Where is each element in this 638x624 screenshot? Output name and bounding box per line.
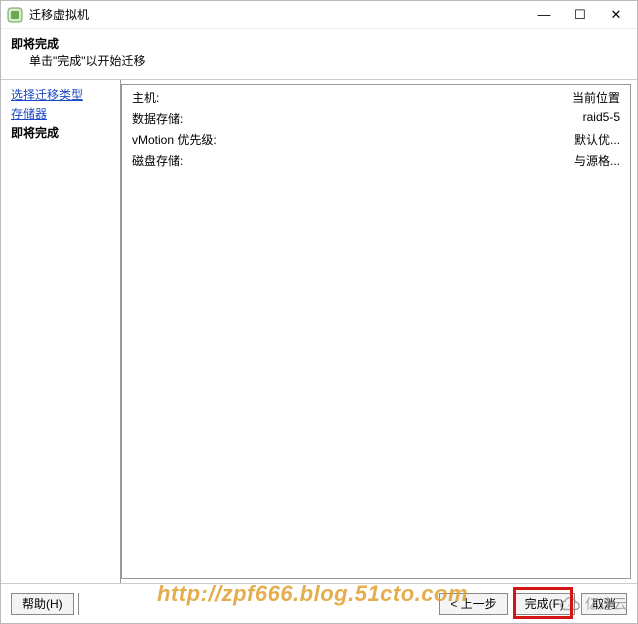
step-storage[interactable]: 存储器 [11, 105, 116, 122]
header-title: 即将完成 [11, 35, 627, 52]
step-ready-to-complete[interactable]: 即将完成 [11, 124, 116, 141]
wizard-steps-sidebar: 选择迁移类型 存储器 即将完成 [1, 80, 121, 583]
separator [78, 593, 79, 615]
summary-value: 默认优... [574, 131, 620, 148]
back-button[interactable]: < 上一步 [439, 593, 507, 615]
summary-row-datastore: 数据存储: raid5-5 [132, 110, 620, 127]
summary-label: vMotion 优先级: [132, 131, 217, 148]
help-button[interactable]: 帮助(H) [11, 593, 74, 615]
window-controls: — ☐ ✕ [535, 6, 631, 24]
summary-label: 数据存储: [132, 110, 183, 127]
summary-row-disk-storage: 磁盘存储: 与源格... [132, 152, 620, 169]
header-subtitle: 单击"完成"以开始迁移 [29, 52, 627, 69]
summary-value: 当前位置 [572, 89, 620, 106]
summary-label: 磁盘存储: [132, 152, 183, 169]
finish-button[interactable]: 完成(F) [514, 593, 575, 615]
summary-value: 与源格... [574, 152, 620, 169]
titlebar: 迁移虚拟机 — ☐ ✕ [1, 1, 637, 29]
summary-row-host: 主机: 当前位置 [132, 89, 620, 106]
wizard-header: 即将完成 单击"完成"以开始迁移 [1, 29, 637, 80]
summary-panel: 主机: 当前位置 数据存储: raid5-5 vMotion 优先级: 默认优.… [121, 84, 631, 579]
window-title: 迁移虚拟机 [29, 6, 535, 23]
wizard-footer: 帮助(H) < 上一步 完成(F) 取消 [1, 583, 637, 623]
vsphere-icon [7, 7, 23, 23]
step-select-migration-type[interactable]: 选择迁移类型 [11, 86, 116, 103]
cancel-button[interactable]: 取消 [581, 593, 627, 615]
minimize-button[interactable]: — [535, 6, 553, 24]
summary-value: raid5-5 [583, 110, 620, 127]
maximize-button[interactable]: ☐ [571, 6, 589, 24]
summary-label: 主机: [132, 89, 159, 106]
summary-row-vmotion-priority: vMotion 优先级: 默认优... [132, 131, 620, 148]
close-button[interactable]: ✕ [607, 6, 625, 24]
wizard-body: 选择迁移类型 存储器 即将完成 主机: 当前位置 数据存储: raid5-5 v… [1, 80, 637, 583]
migrate-vm-window: 迁移虚拟机 — ☐ ✕ 即将完成 单击"完成"以开始迁移 选择迁移类型 存储器 … [0, 0, 638, 624]
